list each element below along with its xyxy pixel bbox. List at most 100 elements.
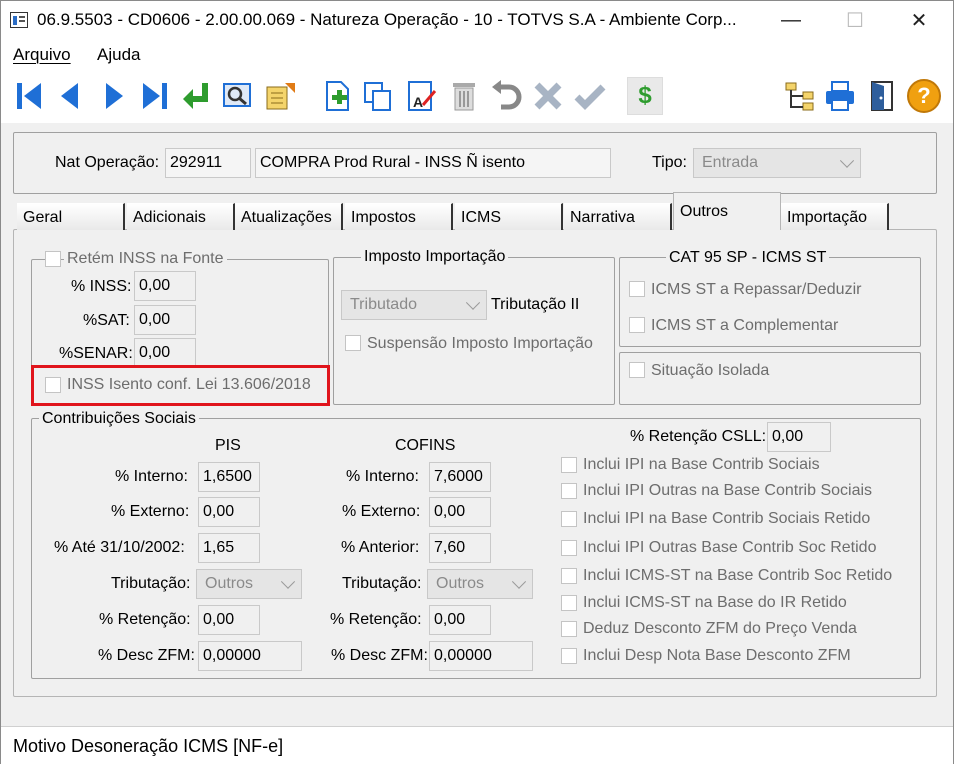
menu-arquivo[interactable]: Arquivo [13, 45, 71, 65]
nat-operacao-label: Nat Operação: [55, 154, 160, 171]
pis-desc-zfm-label: % Desc ZFM: [98, 647, 195, 664]
inclui-icms-st-ir-checkbox[interactable] [561, 595, 577, 611]
application-window: 06.9.5503 - CD0606 - 2.00.00.069 - Natur… [0, 0, 954, 764]
minimize-button[interactable]: — [759, 1, 823, 39]
close-button[interactable]: ✕ [887, 1, 951, 39]
tab-icms[interactable]: ICMS [455, 203, 563, 230]
inss-percent-label: % INSS: [71, 278, 132, 295]
icms-st-repassar-checkbox[interactable] [629, 281, 645, 297]
next-record-icon[interactable] [97, 79, 131, 113]
cofins-tributacao-select[interactable]: Outros [427, 569, 533, 599]
retencao-csll-field[interactable]: 0,00 [767, 422, 831, 452]
nat-code-field[interactable]: 292911 [165, 148, 251, 178]
confirm-icon[interactable] [573, 79, 607, 113]
tab-geral[interactable]: Geral [17, 203, 125, 230]
pis-externo-field[interactable]: 0,00 [198, 497, 260, 527]
close-icon: ✕ [910, 9, 928, 32]
inclui-ipi-base-checkbox[interactable] [561, 457, 577, 473]
search-icon[interactable] [221, 79, 255, 113]
cancel-icon[interactable] [531, 79, 565, 113]
cofins-title: COFINS [395, 437, 456, 454]
cofins-anterior-field[interactable]: 7,60 [429, 533, 491, 563]
cofins-desc-zfm-field[interactable]: 0,00000 [429, 641, 533, 671]
report-icon[interactable] [263, 79, 297, 113]
retem-inss-checkbox[interactable] [45, 251, 61, 267]
app-icon [10, 12, 28, 28]
tab-adicionais[interactable]: Adicionais [127, 203, 235, 230]
suspensao-checkbox[interactable] [345, 335, 361, 351]
tab-importacao[interactable]: Importação [781, 203, 889, 230]
tipo-select[interactable]: Entrada [693, 148, 861, 178]
pis-externo-label: % Externo: [111, 503, 190, 520]
pis-title: PIS [215, 437, 241, 454]
icms-st-complementar-checkbox[interactable] [629, 317, 645, 333]
sat-percent-label: %SAT: [83, 312, 130, 329]
pis-interno-label: % Interno: [115, 468, 188, 485]
suspensao-label: Suspensão Imposto Importação [367, 335, 593, 352]
sat-percent-field[interactable]: 0,00 [134, 305, 196, 335]
inclui-icms-st-ir-label: Inclui ICMS-ST na Base do IR Retido [583, 594, 847, 611]
pis-ate-field[interactable]: 1,65 [198, 533, 260, 563]
senar-percent-label: %SENAR: [59, 345, 133, 362]
retem-inss-label: Retém INSS na Fonte [64, 250, 227, 268]
imposto-importacao-legend: Imposto Importação [361, 248, 509, 266]
cofins-externo-field[interactable]: 0,00 [429, 497, 491, 527]
imposto-importacao-group [333, 257, 615, 405]
pis-retencao-label: % Retenção: [99, 611, 191, 628]
deduz-desconto-zfm-checkbox[interactable] [561, 621, 577, 637]
cat95-legend: CAT 95 SP - ICMS ST [666, 249, 830, 267]
new-record-icon[interactable] [321, 79, 355, 113]
copy-icon[interactable] [361, 79, 395, 113]
tributacao-ii-select[interactable]: Tributado [341, 290, 487, 320]
maximize-button[interactable]: ☐ [823, 1, 887, 39]
print-icon[interactable] [823, 79, 857, 113]
edit-icon[interactable]: A [405, 79, 439, 113]
tab-narrativa[interactable]: Narrativa [564, 203, 672, 230]
first-record-icon[interactable] [13, 79, 47, 113]
undo-icon[interactable] [489, 79, 523, 113]
menu-ajuda[interactable]: Ajuda [97, 45, 140, 65]
previous-record-icon[interactable] [53, 79, 87, 113]
return-icon[interactable] [179, 79, 213, 113]
tab-impostos[interactable]: Impostos [345, 203, 453, 230]
cofins-interno-field[interactable]: 7,6000 [429, 462, 491, 492]
inclui-desp-nota-checkbox[interactable] [561, 648, 577, 664]
cofins-tributacao-label: Tributação: [342, 575, 422, 592]
inclui-ipi-outras-retido-label: Inclui IPI Outras Base Contrib Soc Retid… [583, 539, 877, 556]
inclui-ipi-outras-retido-checkbox[interactable] [561, 540, 577, 556]
cofins-interno-label: % Interno: [346, 468, 419, 485]
dollar-icon[interactable]: $ [627, 77, 663, 115]
chevron-down-icon [511, 574, 527, 589]
senar-percent-field[interactable]: 0,00 [134, 338, 196, 368]
tree-icon[interactable] [783, 79, 817, 113]
inclui-icms-st-retido-checkbox[interactable] [561, 568, 577, 584]
delete-icon[interactable] [447, 79, 481, 113]
pis-desc-zfm-field[interactable]: 0,00000 [198, 641, 302, 671]
pis-retencao-field[interactable]: 0,00 [198, 605, 260, 635]
tab-outros[interactable]: Outros [673, 192, 781, 230]
tab-atualizacoes[interactable]: Atualizações [235, 203, 343, 230]
last-record-icon[interactable] [137, 79, 171, 113]
inclui-ipi-base-retido-checkbox[interactable] [561, 511, 577, 527]
minimize-icon: — [781, 8, 801, 31]
chevron-down-icon [280, 574, 296, 589]
help-icon[interactable]: ? [907, 79, 941, 113]
inclui-icms-st-retido-label: Inclui ICMS-ST na Base Contrib Soc Retid… [583, 567, 893, 584]
cofins-externo-label: % Externo: [342, 503, 421, 520]
pis-interno-field[interactable]: 1,6500 [198, 462, 260, 492]
status-bar: Motivo Desoneração ICMS [NF-e] [1, 726, 953, 764]
exit-icon[interactable] [865, 79, 899, 113]
situacao-isolada-checkbox[interactable] [629, 362, 645, 378]
pis-ate-label: % Até 31/10/2002: [54, 539, 185, 556]
menu-bar: Arquivo Ajuda [1, 39, 953, 71]
window-title: 06.9.5503 - CD0606 - 2.00.00.069 - Natur… [37, 10, 737, 29]
chevron-down-icon [465, 295, 481, 310]
inclui-ipi-base-label: Inclui IPI na Base Contrib Sociais [583, 456, 820, 473]
inclui-ipi-outras-base-checkbox[interactable] [561, 483, 577, 499]
pis-tributacao-select[interactable]: Outros [196, 569, 302, 599]
contribuicoes-legend: Contribuições Sociais [39, 410, 199, 428]
inss-percent-field[interactable]: 0,00 [134, 271, 196, 301]
cofins-retencao-field[interactable]: 0,00 [429, 605, 491, 635]
nat-description-field[interactable]: COMPRA Prod Rural - INSS Ñ isento [255, 148, 611, 178]
highlight-box [31, 365, 330, 406]
